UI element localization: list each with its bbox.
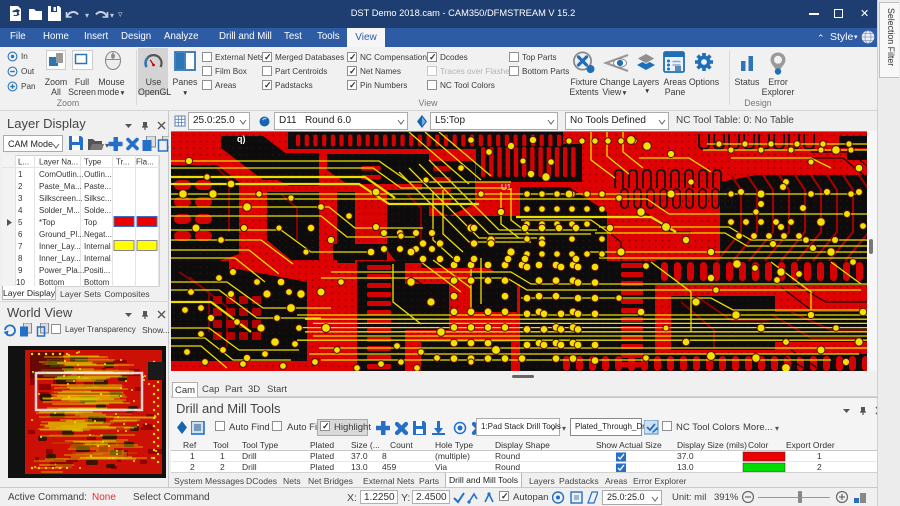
- svg-text:▾: ▾: [105, 141, 109, 150]
- svg-text:▿: ▿: [118, 9, 123, 19]
- svg-text:Paste_Ma...: Paste_Ma...: [39, 182, 82, 191]
- svg-text:Via: Via: [435, 462, 447, 472]
- svg-text:Top: Top: [84, 218, 97, 227]
- svg-text:2: 2: [220, 462, 225, 472]
- svg-text:Round: Round: [495, 451, 520, 461]
- svg-text:Positi...: Positi...: [84, 266, 110, 275]
- svg-text:Display Size (mils): Display Size (mils): [677, 440, 747, 450]
- svg-text:Plated: Plated: [310, 462, 334, 472]
- svg-text:Count: Count: [390, 440, 413, 450]
- svg-text:(multiple): (multiple): [435, 451, 470, 461]
- svg-text:37.0: 37.0: [351, 451, 368, 461]
- svg-text:Ground_Pl...: Ground_Pl...: [39, 230, 84, 239]
- svg-text:7: 7: [18, 242, 23, 251]
- svg-text:1: 1: [18, 170, 23, 179]
- svg-text:37.0: 37.0: [677, 451, 694, 461]
- svg-text:Round: Round: [495, 462, 520, 472]
- svg-text:9: 9: [18, 266, 23, 275]
- svg-text:5: 5: [18, 218, 23, 227]
- svg-text:Drill: Drill: [242, 462, 257, 472]
- svg-text:4: 4: [18, 206, 23, 215]
- svg-text:6: 6: [18, 230, 23, 239]
- svg-text:Export Order: Export Order: [786, 440, 835, 450]
- svg-text:U1: U1: [501, 183, 512, 192]
- svg-text:Hole Type: Hole Type: [435, 440, 473, 450]
- svg-text:459: 459: [382, 462, 396, 472]
- svg-text:Fla...: Fla...: [136, 158, 154, 167]
- svg-text:2: 2: [18, 182, 23, 191]
- svg-text:Negat...: Negat...: [84, 230, 112, 239]
- svg-text:Power_Pla...: Power_Pla...: [39, 266, 84, 275]
- svg-text:Silkscreen...: Silkscreen...: [39, 194, 83, 203]
- svg-text:Size (...: Size (...: [351, 440, 380, 450]
- svg-text:Inner_Lay...: Inner_Lay...: [39, 254, 81, 263]
- svg-text:Show Actual Size: Show Actual Size: [596, 440, 662, 450]
- svg-text:Internal: Internal: [84, 254, 111, 263]
- svg-text:2: 2: [190, 462, 195, 472]
- svg-text:Bottom: Bottom: [84, 278, 110, 287]
- svg-text:Drill: Drill: [242, 451, 257, 461]
- svg-text:Tool Type: Tool Type: [242, 440, 279, 450]
- svg-text:Color: Color: [748, 440, 768, 450]
- svg-text:Ref: Ref: [183, 440, 197, 450]
- svg-text:1: 1: [190, 451, 195, 461]
- svg-text:3: 3: [18, 194, 23, 203]
- svg-text:1: 1: [817, 451, 822, 461]
- svg-text:▾: ▾: [110, 11, 114, 20]
- svg-text:Layer Na...: Layer Na...: [39, 158, 78, 167]
- svg-text:Inner_Lay...: Inner_Lay...: [39, 242, 81, 251]
- svg-text:1: 1: [220, 451, 225, 461]
- svg-text:Internal: Internal: [84, 242, 111, 251]
- svg-text:L...: L...: [18, 158, 29, 167]
- svg-text:13.0: 13.0: [677, 462, 694, 472]
- svg-text:Solde...: Solde...: [84, 206, 111, 215]
- svg-text:Paste...: Paste...: [84, 182, 111, 191]
- svg-text:Plated: Plated: [310, 451, 334, 461]
- svg-text:2: 2: [817, 462, 822, 472]
- svg-text:Display Shape: Display Shape: [495, 440, 550, 450]
- svg-text:*Top: *Top: [39, 218, 56, 227]
- svg-text:Solder_M...: Solder_M...: [39, 206, 80, 215]
- svg-text:8: 8: [18, 254, 23, 263]
- svg-text:Type: Type: [84, 158, 102, 167]
- svg-text:Outlin...: Outlin...: [84, 170, 112, 179]
- svg-text:8: 8: [382, 451, 387, 461]
- svg-text:Tool: Tool: [213, 440, 229, 450]
- svg-text:13.0: 13.0: [351, 462, 368, 472]
- svg-text:Tr...: Tr...: [116, 158, 129, 167]
- svg-text:q): q): [237, 134, 246, 144]
- svg-text:Silksc...: Silksc...: [84, 194, 112, 203]
- svg-text:Plated: Plated: [310, 440, 334, 450]
- svg-text:▾: ▾: [85, 11, 89, 20]
- svg-text:ComOutlin...: ComOutlin...: [39, 170, 83, 179]
